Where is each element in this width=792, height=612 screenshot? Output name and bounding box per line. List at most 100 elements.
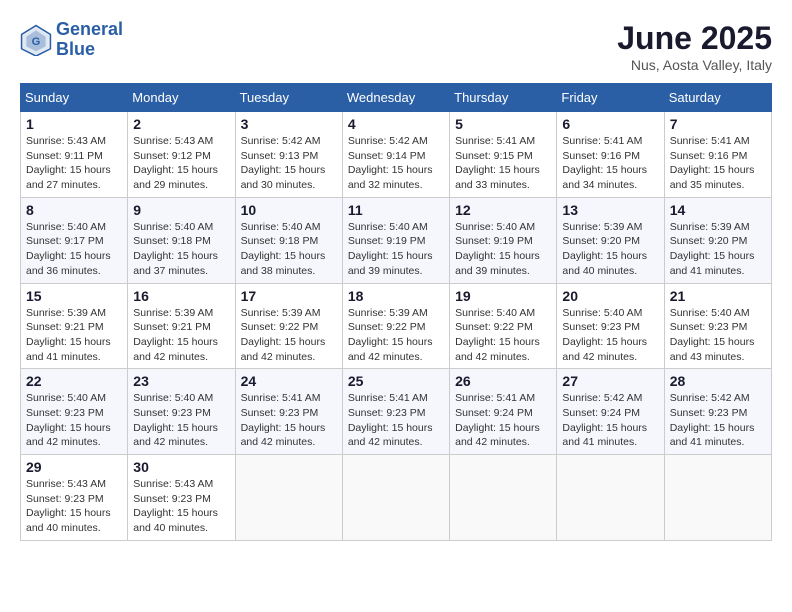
day-info: Sunrise: 5:41 AMSunset: 9:24 PMDaylight:…: [455, 392, 540, 448]
calendar-cell: 11 Sunrise: 5:40 AMSunset: 9:19 PMDaylig…: [342, 197, 449, 283]
calendar-cell: 8 Sunrise: 5:40 AMSunset: 9:17 PMDayligh…: [21, 197, 128, 283]
weekday-header-thursday: Thursday: [450, 84, 557, 112]
day-info: Sunrise: 5:41 AMSunset: 9:16 PMDaylight:…: [562, 135, 647, 191]
day-info: Sunrise: 5:40 AMSunset: 9:23 PMDaylight:…: [670, 307, 755, 363]
day-info: Sunrise: 5:39 AMSunset: 9:21 PMDaylight:…: [26, 307, 111, 363]
calendar-cell: 29 Sunrise: 5:43 AMSunset: 9:23 PMDaylig…: [21, 455, 128, 541]
calendar-cell: 19 Sunrise: 5:40 AMSunset: 9:22 PMDaylig…: [450, 283, 557, 369]
day-info: Sunrise: 5:43 AMSunset: 9:12 PMDaylight:…: [133, 135, 218, 191]
weekday-header-tuesday: Tuesday: [235, 84, 342, 112]
day-info: Sunrise: 5:39 AMSunset: 9:21 PMDaylight:…: [133, 307, 218, 363]
calendar-cell: 17 Sunrise: 5:39 AMSunset: 9:22 PMDaylig…: [235, 283, 342, 369]
day-number: 11: [348, 202, 444, 218]
calendar-week-1: 1 Sunrise: 5:43 AMSunset: 9:11 PMDayligh…: [21, 112, 772, 198]
day-info: Sunrise: 5:43 AMSunset: 9:11 PMDaylight:…: [26, 135, 111, 191]
weekday-header-wednesday: Wednesday: [342, 84, 449, 112]
day-number: 28: [670, 373, 766, 389]
calendar-cell: 1 Sunrise: 5:43 AMSunset: 9:11 PMDayligh…: [21, 112, 128, 198]
calendar-cell: 24 Sunrise: 5:41 AMSunset: 9:23 PMDaylig…: [235, 369, 342, 455]
calendar-week-3: 15 Sunrise: 5:39 AMSunset: 9:21 PMDaylig…: [21, 283, 772, 369]
logo-text: General Blue: [56, 20, 123, 60]
day-info: Sunrise: 5:40 AMSunset: 9:19 PMDaylight:…: [348, 221, 433, 277]
svg-text:G: G: [32, 36, 41, 48]
calendar-cell: 27 Sunrise: 5:42 AMSunset: 9:24 PMDaylig…: [557, 369, 664, 455]
calendar-cell: 10 Sunrise: 5:40 AMSunset: 9:18 PMDaylig…: [235, 197, 342, 283]
day-number: 14: [670, 202, 766, 218]
calendar-cell: 12 Sunrise: 5:40 AMSunset: 9:19 PMDaylig…: [450, 197, 557, 283]
calendar-cell: 15 Sunrise: 5:39 AMSunset: 9:21 PMDaylig…: [21, 283, 128, 369]
day-number: 26: [455, 373, 551, 389]
title-area: June 2025 Nus, Aosta Valley, Italy: [617, 20, 772, 73]
calendar-cell: 9 Sunrise: 5:40 AMSunset: 9:18 PMDayligh…: [128, 197, 235, 283]
day-number: 19: [455, 288, 551, 304]
calendar-cell: 5 Sunrise: 5:41 AMSunset: 9:15 PMDayligh…: [450, 112, 557, 198]
calendar-week-5: 29 Sunrise: 5:43 AMSunset: 9:23 PMDaylig…: [21, 455, 772, 541]
calendar-cell: 28 Sunrise: 5:42 AMSunset: 9:23 PMDaylig…: [664, 369, 771, 455]
day-info: Sunrise: 5:39 AMSunset: 9:22 PMDaylight:…: [348, 307, 433, 363]
day-number: 30: [133, 459, 229, 475]
calendar-cell: [450, 455, 557, 541]
day-info: Sunrise: 5:40 AMSunset: 9:17 PMDaylight:…: [26, 221, 111, 277]
day-info: Sunrise: 5:42 AMSunset: 9:14 PMDaylight:…: [348, 135, 433, 191]
calendar-cell: 3 Sunrise: 5:42 AMSunset: 9:13 PMDayligh…: [235, 112, 342, 198]
day-number: 22: [26, 373, 122, 389]
calendar-cell: 20 Sunrise: 5:40 AMSunset: 9:23 PMDaylig…: [557, 283, 664, 369]
day-info: Sunrise: 5:41 AMSunset: 9:15 PMDaylight:…: [455, 135, 540, 191]
day-number: 20: [562, 288, 658, 304]
calendar-cell: 30 Sunrise: 5:43 AMSunset: 9:23 PMDaylig…: [128, 455, 235, 541]
day-info: Sunrise: 5:42 AMSunset: 9:23 PMDaylight:…: [670, 392, 755, 448]
calendar-cell: 16 Sunrise: 5:39 AMSunset: 9:21 PMDaylig…: [128, 283, 235, 369]
calendar-cell: 13 Sunrise: 5:39 AMSunset: 9:20 PMDaylig…: [557, 197, 664, 283]
weekday-header-row: SundayMondayTuesdayWednesdayThursdayFrid…: [21, 84, 772, 112]
day-info: Sunrise: 5:40 AMSunset: 9:23 PMDaylight:…: [26, 392, 111, 448]
day-info: Sunrise: 5:40 AMSunset: 9:23 PMDaylight:…: [562, 307, 647, 363]
calendar-cell: [664, 455, 771, 541]
day-info: Sunrise: 5:40 AMSunset: 9:23 PMDaylight:…: [133, 392, 218, 448]
day-number: 13: [562, 202, 658, 218]
day-info: Sunrise: 5:40 AMSunset: 9:22 PMDaylight:…: [455, 307, 540, 363]
day-number: 15: [26, 288, 122, 304]
day-number: 24: [241, 373, 337, 389]
logo-icon: G: [20, 24, 52, 56]
day-info: Sunrise: 5:39 AMSunset: 9:22 PMDaylight:…: [241, 307, 326, 363]
day-info: Sunrise: 5:41 AMSunset: 9:16 PMDaylight:…: [670, 135, 755, 191]
day-info: Sunrise: 5:41 AMSunset: 9:23 PMDaylight:…: [348, 392, 433, 448]
calendar-table: SundayMondayTuesdayWednesdayThursdayFrid…: [20, 83, 772, 541]
day-number: 16: [133, 288, 229, 304]
day-info: Sunrise: 5:43 AMSunset: 9:23 PMDaylight:…: [26, 478, 111, 534]
day-number: 9: [133, 202, 229, 218]
calendar-cell: [235, 455, 342, 541]
calendar-cell: 7 Sunrise: 5:41 AMSunset: 9:16 PMDayligh…: [664, 112, 771, 198]
day-info: Sunrise: 5:42 AMSunset: 9:24 PMDaylight:…: [562, 392, 647, 448]
day-number: 6: [562, 116, 658, 132]
weekday-header-saturday: Saturday: [664, 84, 771, 112]
calendar-cell: 26 Sunrise: 5:41 AMSunset: 9:24 PMDaylig…: [450, 369, 557, 455]
logo-line2: Blue: [56, 39, 95, 59]
calendar-cell: 4 Sunrise: 5:42 AMSunset: 9:14 PMDayligh…: [342, 112, 449, 198]
day-info: Sunrise: 5:41 AMSunset: 9:23 PMDaylight:…: [241, 392, 326, 448]
weekday-header-monday: Monday: [128, 84, 235, 112]
calendar-cell: 21 Sunrise: 5:40 AMSunset: 9:23 PMDaylig…: [664, 283, 771, 369]
day-info: Sunrise: 5:40 AMSunset: 9:18 PMDaylight:…: [133, 221, 218, 277]
day-number: 29: [26, 459, 122, 475]
day-info: Sunrise: 5:43 AMSunset: 9:23 PMDaylight:…: [133, 478, 218, 534]
calendar-week-4: 22 Sunrise: 5:40 AMSunset: 9:23 PMDaylig…: [21, 369, 772, 455]
day-info: Sunrise: 5:39 AMSunset: 9:20 PMDaylight:…: [670, 221, 755, 277]
day-info: Sunrise: 5:39 AMSunset: 9:20 PMDaylight:…: [562, 221, 647, 277]
calendar-cell: 14 Sunrise: 5:39 AMSunset: 9:20 PMDaylig…: [664, 197, 771, 283]
day-number: 3: [241, 116, 337, 132]
logo: G General Blue: [20, 20, 123, 60]
calendar-cell: 23 Sunrise: 5:40 AMSunset: 9:23 PMDaylig…: [128, 369, 235, 455]
calendar-cell: 18 Sunrise: 5:39 AMSunset: 9:22 PMDaylig…: [342, 283, 449, 369]
day-number: 12: [455, 202, 551, 218]
day-number: 8: [26, 202, 122, 218]
day-number: 10: [241, 202, 337, 218]
calendar-cell: 6 Sunrise: 5:41 AMSunset: 9:16 PMDayligh…: [557, 112, 664, 198]
header: G General Blue June 2025 Nus, Aosta Vall…: [20, 20, 772, 73]
day-number: 25: [348, 373, 444, 389]
day-info: Sunrise: 5:42 AMSunset: 9:13 PMDaylight:…: [241, 135, 326, 191]
month-title: June 2025: [617, 20, 772, 57]
day-number: 17: [241, 288, 337, 304]
calendar-cell: 22 Sunrise: 5:40 AMSunset: 9:23 PMDaylig…: [21, 369, 128, 455]
day-number: 1: [26, 116, 122, 132]
